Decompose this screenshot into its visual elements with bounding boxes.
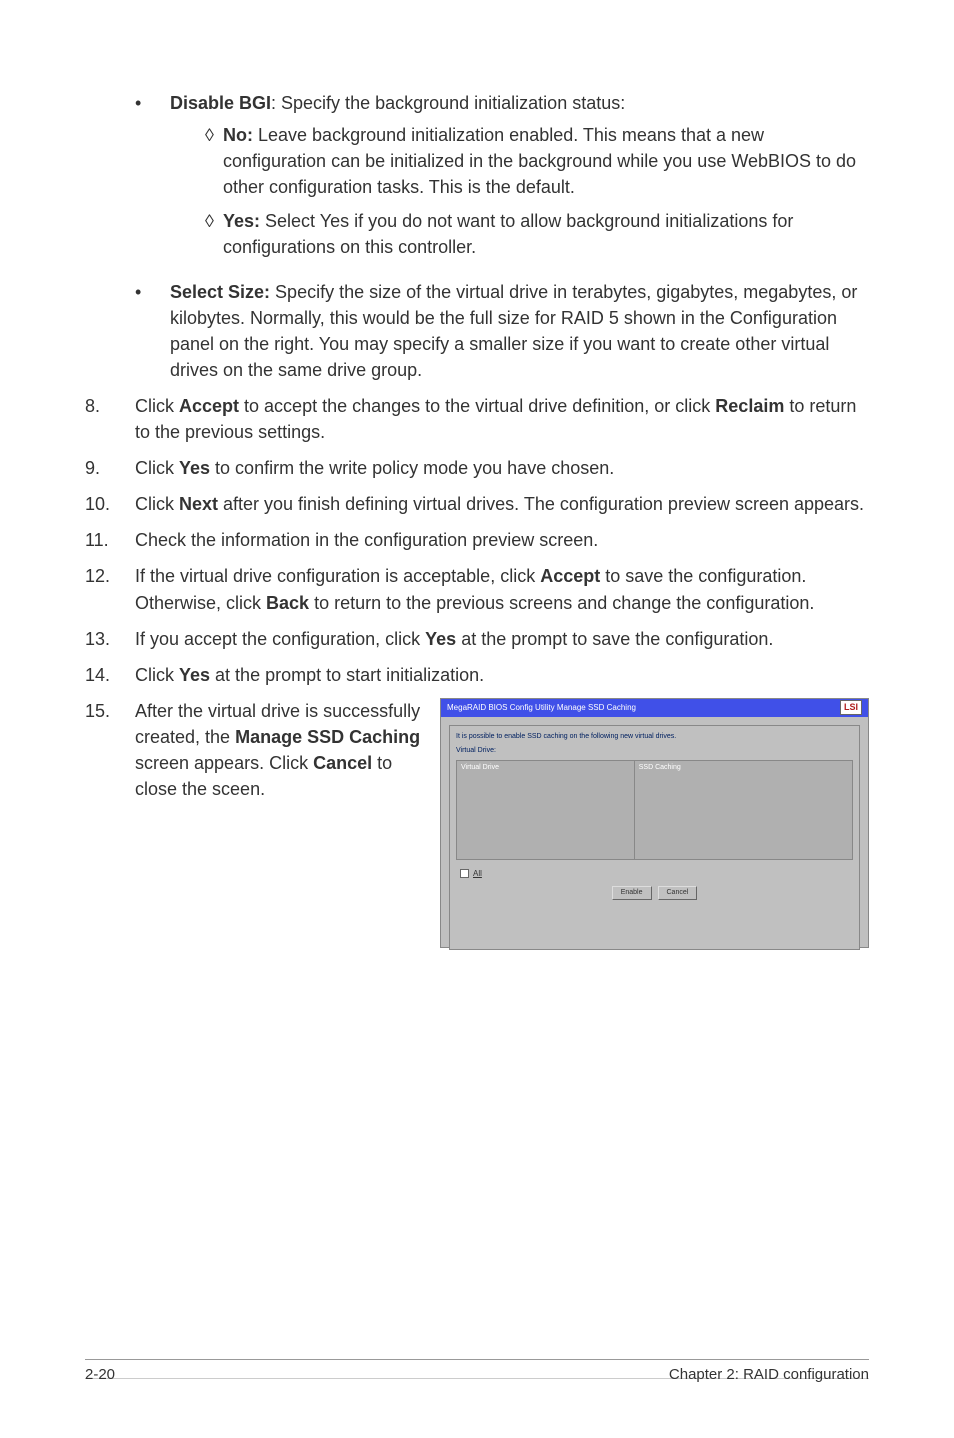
cancel-button[interactable]: Cancel [658, 886, 698, 900]
sub-text: Yes: Select Yes if you do not want to al… [223, 208, 869, 260]
column-virtual-drive: Virtual Drive [457, 761, 635, 859]
step-number: 12. [85, 563, 135, 615]
yes-label: Yes [179, 665, 210, 685]
yes-label: Yes [425, 629, 456, 649]
step-14: 14. Click Yes at the prompt to start ini… [85, 662, 869, 688]
disable-bgi-text: : Specify the background initialization … [271, 93, 625, 113]
dialog-message: It is possible to enable SSD caching on … [456, 732, 853, 742]
select-size-text: Specify the size of the virtual drive in… [170, 282, 857, 380]
sub-bullet-no: ◊ No: Leave background initialization en… [205, 122, 869, 200]
step-text: After the virtual drive is successfully … [135, 698, 430, 948]
step-number: 13. [85, 626, 135, 652]
step-8: 8. Click Accept to accept the changes to… [85, 393, 869, 445]
chapter-label: Chapter 2: RAID configuration [669, 1366, 869, 1383]
step-number: 8. [85, 393, 135, 445]
bullet-select-size: • Select Size: Specify the size of the v… [135, 279, 869, 383]
dialog-columns: Virtual Drive SSD Caching [456, 760, 853, 860]
lsi-logo: LSI [840, 700, 862, 715]
column-ssd-caching: SSD Caching [635, 761, 852, 859]
step-text: Click Next after you finish defining vir… [135, 491, 869, 517]
disable-bgi-label: Disable BGI [170, 93, 271, 113]
diamond-marker: ◊ [205, 122, 223, 200]
step-number: 14. [85, 662, 135, 688]
dialog-body: It is possible to enable SSD caching on … [441, 717, 868, 958]
accept-label: Accept [540, 566, 600, 586]
sub-text: No: Leave background initialization enab… [223, 122, 869, 200]
back-label: Back [266, 593, 309, 613]
all-label: All [473, 868, 482, 880]
step-number: 15. [85, 698, 135, 948]
next-label: Next [179, 494, 218, 514]
dialog-buttons: Enable Cancel [456, 886, 853, 900]
dialog-titlebar: MegaRAID BIOS Config Utility Manage SSD … [441, 699, 868, 717]
all-checkbox-row: All [460, 868, 853, 880]
dialog-frame: It is possible to enable SSD caching on … [449, 725, 860, 950]
yes-text: Select Yes if you do not want to allow b… [223, 211, 793, 257]
bullet-disable-bgi: • Disable BGI: Specify the background in… [135, 90, 869, 269]
yes-label: Yes [179, 458, 210, 478]
reclaim-label: Reclaim [715, 396, 784, 416]
manage-ssd-label: Manage SSD Caching [235, 727, 420, 747]
cancel-label: Cancel [313, 753, 372, 773]
step-text: Check the information in the configurati… [135, 527, 869, 553]
bullet-marker: • [135, 279, 170, 383]
ssd-caching-dialog: MegaRAID BIOS Config Utility Manage SSD … [440, 698, 869, 948]
all-checkbox[interactable] [460, 869, 469, 878]
step-13: 13. If you accept the configuration, cli… [85, 626, 869, 652]
step-text: Click Yes at the prompt to start initial… [135, 662, 869, 688]
step-text: If you accept the configuration, click Y… [135, 626, 869, 652]
step-text: Click Accept to accept the changes to th… [135, 393, 869, 445]
bullet-text: Disable BGI: Specify the background init… [170, 90, 869, 269]
page-footer: 2-20 Chapter 2: RAID configuration [85, 1359, 869, 1383]
dialog-title: MegaRAID BIOS Config Utility Manage SSD … [447, 702, 636, 714]
step-number: 11. [85, 527, 135, 553]
step-12: 12. If the virtual drive configuration i… [85, 563, 869, 615]
accept-label: Accept [179, 396, 239, 416]
bullet-text: Select Size: Specify the size of the vir… [170, 279, 869, 383]
bullet-marker: • [135, 90, 170, 269]
virtual-drive-label: Virtual Drive: [456, 746, 853, 756]
ssd-dialog-screenshot: MegaRAID BIOS Config Utility Manage SSD … [430, 698, 869, 948]
sub-bullet-yes: ◊ Yes: Select Yes if you do not want to … [205, 208, 869, 260]
step-15: 15. After the virtual drive is successfu… [85, 698, 869, 948]
step-number: 9. [85, 455, 135, 481]
step-9: 9. Click Yes to confirm the write policy… [85, 455, 869, 481]
yes-label: Yes: [223, 211, 260, 231]
step-text: Click Yes to confirm the write policy mo… [135, 455, 869, 481]
no-text: Leave background initialization enabled.… [223, 125, 856, 197]
enable-button[interactable]: Enable [612, 886, 652, 900]
select-size-label: Select Size: [170, 282, 270, 302]
page-number: 2-20 [85, 1366, 115, 1383]
no-label: No: [223, 125, 253, 145]
step-10: 10. Click Next after you finish defining… [85, 491, 869, 517]
step-text: If the virtual drive configuration is ac… [135, 563, 869, 615]
diamond-marker: ◊ [205, 208, 223, 260]
step-number: 10. [85, 491, 135, 517]
page-content: • Disable BGI: Specify the background in… [85, 90, 869, 948]
step-11: 11. Check the information in the configu… [85, 527, 869, 553]
